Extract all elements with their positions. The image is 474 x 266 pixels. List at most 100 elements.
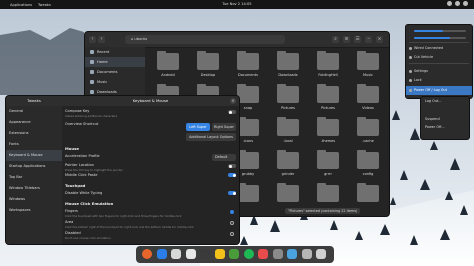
dock-app-icon[interactable]: [214, 249, 225, 259]
folder-item[interactable]: Downloads: [268, 51, 308, 89]
folder-icon: [277, 117, 299, 136]
power-off-dialog-item[interactable]: Power Off...: [421, 123, 469, 131]
folder-item[interactable]: grinder: [268, 150, 308, 188]
dock-app-icon[interactable]: [200, 249, 210, 259]
folder-item[interactable]: config: [348, 150, 388, 188]
dock-app-icon[interactable]: [301, 249, 312, 259]
folder-name: .cache: [362, 139, 374, 143]
sidebar-item-extensions[interactable]: Extensions: [6, 128, 62, 139]
sidebar-item-top-bar[interactable]: Top Bar: [6, 172, 62, 183]
compose-key-toggle[interactable]: [228, 110, 236, 114]
search-icon[interactable]: ⌕: [332, 36, 339, 43]
sidebar-item-documents[interactable]: Documents: [85, 67, 145, 77]
folder-icon: [317, 117, 339, 136]
dock-app-icon[interactable]: [243, 249, 254, 259]
right-super-button[interactable]: Right Super: [212, 123, 236, 131]
disabled-radio[interactable]: [230, 232, 234, 236]
wired-connection-item[interactable]: Wired Connected: [406, 44, 472, 53]
suspend-item[interactable]: Suspend: [421, 115, 469, 123]
accel-profile-dropdown[interactable]: Default: [212, 154, 236, 161]
power-icon[interactable]: [463, 1, 468, 6]
close-icon[interactable]: ×: [376, 36, 383, 43]
sidebar-item-startup-applications[interactable]: Startup Applications: [6, 161, 62, 172]
forward-button[interactable]: ›: [98, 36, 105, 43]
top-bar: Applications Tweaks Tue Nov 2 14:05: [0, 0, 474, 9]
folder-item[interactable]: Music: [348, 51, 388, 89]
folder-icon: [317, 183, 339, 202]
folder-icon: [237, 117, 259, 136]
folder-name: Music: [363, 73, 373, 77]
files-headerbar: ‹ › ⌂ ubuntu ⌕ ≡ ☰ – ×: [85, 32, 389, 48]
menu-icon[interactable]: ☰: [354, 36, 361, 43]
back-button[interactable]: ‹: [89, 36, 96, 43]
network-icon[interactable]: [447, 1, 452, 6]
dock-app-icon[interactable]: [287, 249, 297, 259]
middle-click-toggle[interactable]: [228, 173, 236, 177]
disable-typing-toggle[interactable]: [228, 191, 236, 195]
lock-item[interactable]: Lock: [406, 76, 472, 85]
sidebar-item-workspaces[interactable]: Workspaces: [6, 205, 62, 216]
folder-item[interactable]: grrrr: [308, 150, 348, 188]
folder-icon: [157, 51, 179, 70]
folder-item[interactable]: FoldingHell: [308, 51, 348, 89]
sidebar-item-window-titlebars[interactable]: Window Titlebars: [6, 183, 62, 194]
folder-name: Pictures: [281, 106, 295, 110]
tweaks-window: Tweaks General Appearance Extensions Fonts K…: [5, 95, 240, 245]
vpn-item[interactable]: Cut Vehicle: [406, 53, 472, 62]
fingers-radio[interactable]: [230, 210, 234, 214]
vpn-icon: [409, 56, 412, 59]
log-out-item[interactable]: Log Out...: [421, 97, 469, 105]
brightness-slider[interactable]: [414, 37, 466, 39]
menu-separator: [409, 63, 469, 64]
folder-item[interactable]: Pictures: [308, 84, 348, 122]
dock-app-icon[interactable]: [185, 249, 196, 259]
folder-item[interactable]: .local: [268, 117, 308, 155]
path-bar[interactable]: ⌂ ubuntu: [125, 35, 285, 44]
accel-profile-label: Acceleration Profile: [65, 154, 100, 158]
folder-icon: [277, 51, 299, 70]
left-super-button[interactable]: Left Super: [186, 123, 210, 131]
folder-item[interactable]: Android: [148, 51, 188, 89]
folder-item[interactable]: Videos: [348, 84, 388, 122]
folder-item[interactable]: Pictures: [268, 84, 308, 122]
clock[interactable]: Tue Nov 2 14:05: [0, 2, 474, 6]
minimize-icon[interactable]: –: [365, 36, 372, 43]
volume-slider[interactable]: [414, 30, 466, 32]
sidebar-item-music[interactable]: Music: [85, 77, 145, 87]
pointer-location-toggle[interactable]: [228, 164, 236, 168]
dock-app-icon[interactable]: [156, 249, 167, 259]
dock-app-icon[interactable]: [258, 249, 268, 259]
folder-name: Documents: [238, 73, 258, 77]
folder-item[interactable]: Desktop: [188, 51, 228, 89]
pointer-location-label: Pointer Location: [65, 163, 94, 167]
dock-app-icon[interactable]: [272, 249, 283, 259]
area-radio[interactable]: [230, 221, 234, 225]
settings-item[interactable]: Settings: [406, 67, 472, 76]
dock-app-icon[interactable]: [316, 249, 326, 259]
sidebar-item-keyboard-mouse[interactable]: Keyboard & Mouse: [6, 150, 62, 161]
sidebar-item-general[interactable]: General: [6, 106, 62, 117]
dock-app-icon[interactable]: [142, 249, 152, 259]
folder-icon: [357, 117, 379, 136]
dock-app-icon[interactable]: [229, 249, 239, 259]
close-icon[interactable]: ×: [230, 98, 236, 104]
power-off-item[interactable]: Power Off / Log Out: [406, 86, 472, 95]
folder-item[interactable]: Documents: [228, 51, 268, 89]
folder-icon: [357, 183, 379, 202]
sidebar-item-home[interactable]: Home: [85, 57, 145, 67]
sidebar-item-windows[interactable]: Windows: [6, 194, 62, 205]
home-icon: [90, 60, 94, 64]
sidebar-item-appearance[interactable]: Appearance: [6, 117, 62, 128]
sidebar-item-recent[interactable]: Recent: [85, 47, 145, 57]
mouse-section-title: Mouse: [65, 146, 79, 151]
volume-icon[interactable]: [455, 1, 460, 6]
sidebar-item-fonts[interactable]: Fonts: [6, 139, 62, 150]
folder-item[interactable]: .cache: [348, 117, 388, 155]
folder-item[interactable]: .themes: [308, 117, 348, 155]
overview-shortcut-label: Overview Shortcut: [65, 122, 99, 126]
system-menu: Wired Connected Cut Vehicle Settings Loc…: [405, 24, 473, 99]
view-toggle-icon[interactable]: ≡: [343, 36, 350, 43]
compose-key-desc: Allows entering additional characters: [65, 114, 118, 118]
additional-layout-button[interactable]: Additional Layout Options: [186, 133, 236, 141]
dock-app-icon[interactable]: [171, 249, 181, 259]
